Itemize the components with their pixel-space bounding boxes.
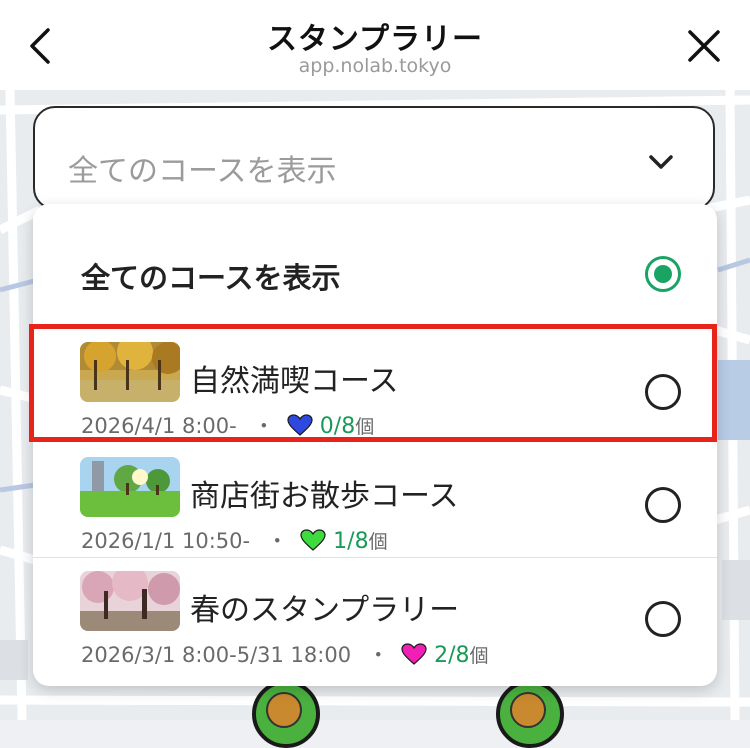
- course-meta: 2026/4/1 8:00- ・ 0/8個: [81, 410, 374, 440]
- stamp-progress: 2/8: [434, 643, 470, 668]
- separator: ・: [266, 529, 288, 553]
- stamp-unit: 個: [368, 531, 388, 553]
- course-period: 2026/3/1 8:00-5/31 18:00: [81, 643, 352, 667]
- course-select[interactable]: 全てのコースを表示: [33, 106, 715, 210]
- radio-selected-icon[interactable]: [645, 256, 681, 292]
- heart-icon: [401, 643, 428, 665]
- separator: ・: [253, 414, 275, 438]
- map-stamp-pin[interactable]: [252, 680, 320, 748]
- option-all-courses-label: 全てのコースを表示: [81, 261, 341, 295]
- close-button[interactable]: [682, 24, 726, 68]
- course-thumbnail: [80, 457, 180, 517]
- page-url: app.nolab.tokyo: [298, 55, 452, 77]
- course-meta: 2026/1/1 10:50- ・ 1/8個: [81, 525, 388, 555]
- page-title: スタンプラリー: [266, 22, 484, 57]
- app-header: スタンプラリー app.nolab.tokyo: [0, 0, 750, 90]
- option-all-courses[interactable]: 全てのコースを表示: [33, 204, 717, 324]
- course-option-1[interactable]: 自然満喫コース 2026/4/1 8:00- ・ 0/8個: [33, 330, 717, 442]
- radio-unselected-icon[interactable]: [645, 374, 681, 410]
- stamp-progress: 0/8: [319, 414, 356, 439]
- course-dropdown: 全てのコースを表示 自然満喫コース 2026/4/1 8:00- ・ 0/8個 …: [33, 204, 717, 686]
- radio-unselected-icon[interactable]: [645, 487, 681, 523]
- course-thumbnail: [80, 342, 180, 402]
- course-name: 春のスタンプラリー: [190, 593, 460, 628]
- divider: [33, 557, 717, 558]
- course-meta: 2026/3/1 8:00-5/31 18:00 ・ 2/8個: [81, 639, 489, 669]
- radio-unselected-icon[interactable]: [645, 601, 681, 637]
- stamp-unit: 個: [355, 416, 375, 438]
- course-period: 2026/1/1 10:50-: [81, 529, 251, 553]
- stamp-unit: 個: [469, 645, 489, 667]
- course-select-value: 全てのコースを表示: [68, 154, 337, 189]
- heart-icon: [300, 529, 327, 551]
- course-option-3[interactable]: 春のスタンプラリー 2026/3/1 8:00-5/31 18:00 ・ 2/8…: [33, 559, 717, 671]
- map-stamp-pin[interactable]: [496, 680, 564, 748]
- course-name: 商店街お散歩コース: [190, 479, 459, 514]
- course-thumbnail: [80, 571, 180, 631]
- chevron-down-icon: [649, 155, 673, 169]
- course-period: 2026/4/1 8:00-: [81, 414, 237, 438]
- heart-icon: [287, 414, 313, 436]
- course-option-2[interactable]: 商店街お散歩コース 2026/1/1 10:50- ・ 1/8個: [33, 445, 717, 557]
- close-icon: [688, 30, 720, 62]
- separator: ・: [367, 643, 389, 667]
- stamp-progress: 1/8: [333, 529, 369, 554]
- course-name: 自然満喫コース: [190, 364, 399, 399]
